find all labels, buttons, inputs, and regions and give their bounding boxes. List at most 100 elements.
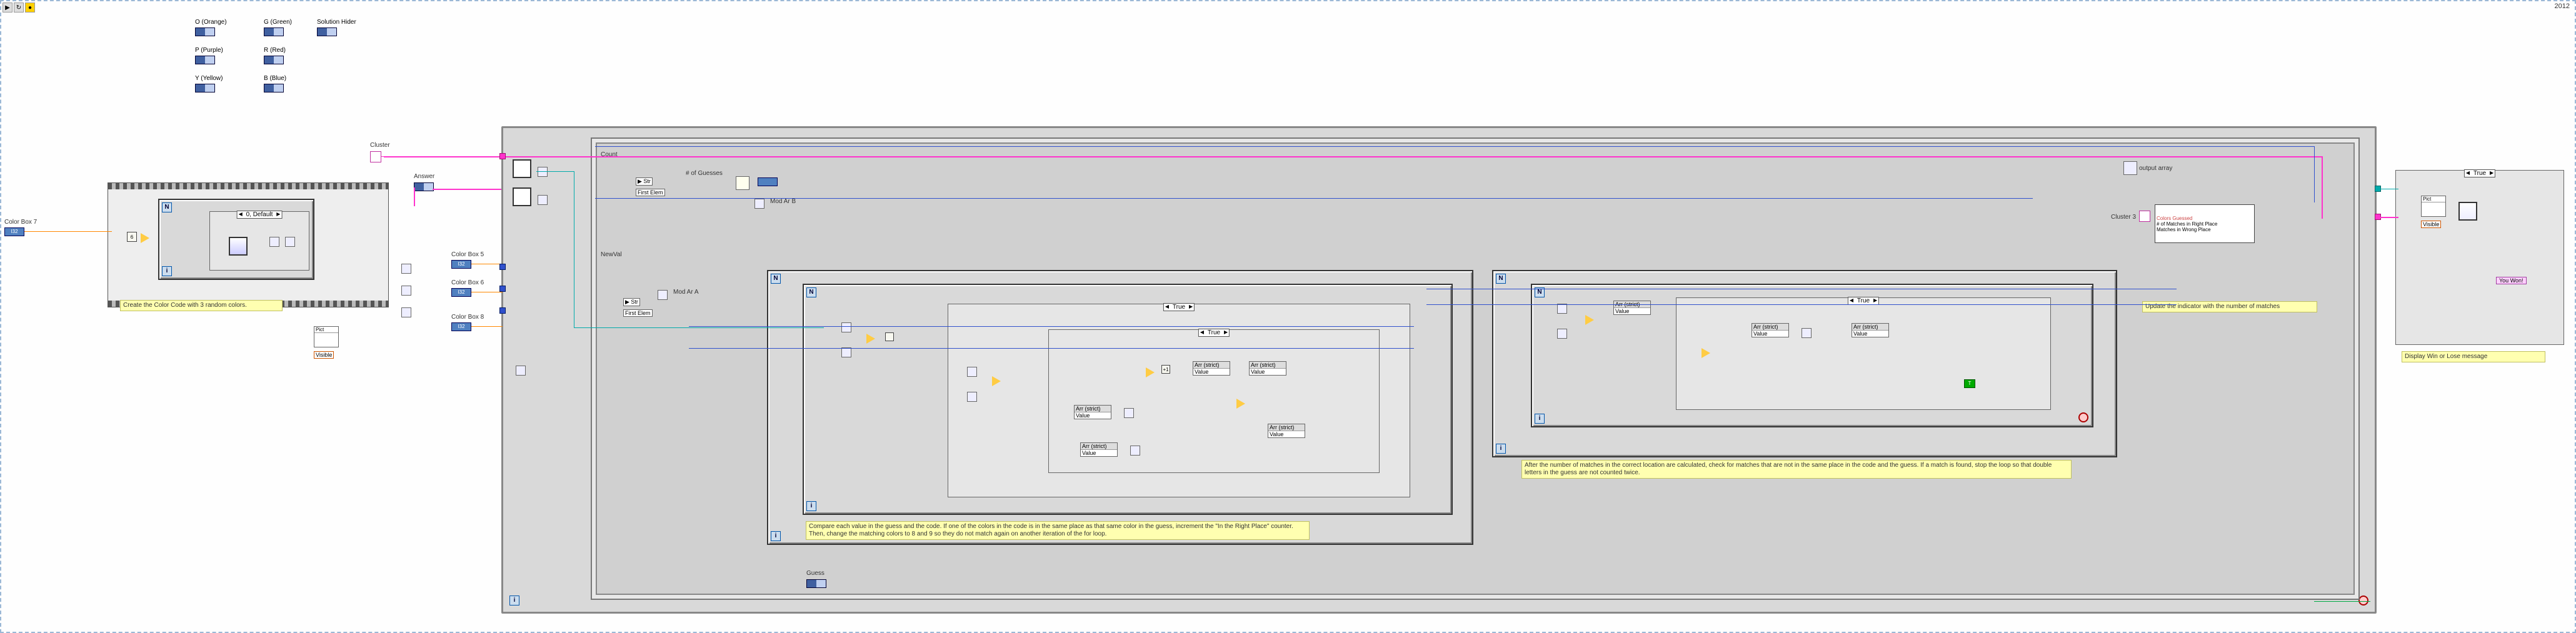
ref-icon-1[interactable]	[538, 167, 548, 177]
enum-const-2[interactable]	[516, 366, 526, 376]
enum-g-green[interactable]	[264, 27, 284, 36]
label-num-guesses: # of Guesses	[686, 170, 723, 177]
arr-prop-3[interactable]: Arr (strict) Value	[1249, 361, 1286, 376]
first-elem-2[interactable]: First Elem	[623, 309, 653, 317]
case-inner-replace: True Arr (strict) Value +1 Arr (strict)	[1048, 329, 1380, 473]
arr-prop-2-val: Value	[1193, 369, 1230, 375]
arr-prop-4-hdr: Arr (strict)	[1268, 424, 1305, 431]
bundle-icon-3[interactable]	[401, 307, 411, 317]
first-elem-local[interactable]: First Elem	[636, 189, 665, 196]
visible-prop-2[interactable]: Visible	[2421, 221, 2441, 228]
event-structure: Count NewVal # of Guesses ▶ Str First El…	[591, 137, 2360, 600]
index-array-a2[interactable]	[841, 347, 851, 357]
answer-terminal[interactable]	[414, 182, 434, 191]
pict-label-1: Pict	[314, 327, 338, 333]
index-array-c1[interactable]	[1557, 304, 1567, 314]
cluster3-terminal[interactable]	[2139, 211, 2150, 222]
arr-prop-6[interactable]: Arr (strict) Value	[1613, 301, 1651, 315]
run-button[interactable]: ▶	[3, 2, 13, 12]
mod-ar-a-array[interactable]	[658, 290, 668, 300]
pict-ref-1[interactable]: Pict	[314, 326, 339, 347]
unbundle-subvi-1[interactable]	[513, 159, 531, 178]
label-guess: Guess	[806, 570, 824, 577]
index-array-b2[interactable]	[967, 392, 977, 402]
case-selector-1[interactable]: 0, Default	[237, 211, 283, 219]
format-string-icon[interactable]	[736, 176, 749, 190]
colorbox6-terminal[interactable]: I32	[451, 288, 471, 297]
inner-while-stop[interactable]	[2078, 412, 2088, 422]
tunnel-cluster-in	[499, 153, 506, 159]
dialog-subvi[interactable]	[2458, 202, 2477, 221]
tunnel-blue-2	[499, 286, 506, 292]
you-won-string[interactable]: You Won!	[2496, 277, 2527, 284]
i-terminal-3b[interactable]: i	[1535, 414, 1545, 424]
arr-prop-5-hdr: Arr (strict)	[1081, 443, 1117, 450]
index-array-a1[interactable]	[841, 322, 851, 332]
random-color-subvi[interactable]	[229, 237, 248, 256]
n-terminal-1[interactable]: N	[162, 202, 172, 212]
equal-icon-2	[992, 376, 1001, 386]
arr-prop-2-hdr: Arr (strict)	[1193, 362, 1230, 369]
array-build-icon[interactable]	[269, 237, 279, 247]
highlight-button[interactable]: ●	[25, 2, 35, 12]
label-g-green: G (Green)	[264, 19, 292, 26]
n-terminal-3[interactable]: N	[1496, 274, 1506, 284]
arr-prop-4[interactable]: Arr (strict) Value	[1268, 424, 1305, 438]
i-terminal-2b[interactable]: i	[806, 501, 816, 511]
case-selector-4[interactable]: True	[2464, 169, 2495, 177]
enum-solution-hider[interactable]	[317, 27, 337, 36]
arr-prop-2[interactable]: Arr (strict) Value	[1193, 361, 1230, 376]
i-terminal-3[interactable]: i	[1496, 444, 1506, 454]
pict-ref-2[interactable]: Pict	[2421, 196, 2446, 217]
label-mod-ar-a: Mod Ar A	[673, 289, 699, 296]
bundle-item-right: # of Matches in Right Place	[2157, 221, 2217, 227]
ref-icon-2[interactable]	[538, 195, 548, 205]
num-guesses-local[interactable]: ▶ Str	[636, 177, 653, 186]
increment-icon-1	[1146, 367, 1155, 377]
case-selector-2b[interactable]: True	[1198, 329, 1230, 337]
n-terminal-2[interactable]: N	[771, 274, 781, 284]
i-terminal-1[interactable]: i	[162, 266, 172, 276]
colorbox5-terminal[interactable]: I32	[451, 260, 471, 269]
while-stop-terminal[interactable]	[2358, 596, 2368, 606]
index-array-b1[interactable]	[967, 367, 977, 377]
cluster-terminal[interactable]	[370, 151, 381, 162]
block-diagram-canvas[interactable]: ▶ ↻ ● 2012 O (Orange) G (Green) P (Purpl…	[0, 0, 2576, 633]
enum-r-red[interactable]	[264, 56, 284, 64]
enum-p-purple[interactable]	[195, 56, 215, 64]
bundle-by-name[interactable]: Colors Guessed # of Matches in Right Pla…	[2155, 204, 2255, 243]
arr-prop-5[interactable]: Arr (strict) Value	[1080, 442, 1118, 457]
bundle-icon-1[interactable]	[401, 264, 411, 274]
enum-b-blue[interactable]	[264, 84, 284, 92]
guess-terminal[interactable]	[806, 579, 826, 588]
visible-prop-1[interactable]: Visible	[314, 351, 334, 359]
colorbox7-terminal[interactable]: I32	[4, 227, 24, 236]
run-cont-button[interactable]: ↻	[14, 2, 24, 12]
arr-prop-7[interactable]: Arr (strict) Value	[1752, 323, 1789, 337]
enum-o-orange[interactable]	[195, 27, 215, 36]
while-i-terminal[interactable]: i	[509, 596, 519, 606]
enum-y-yellow[interactable]	[195, 84, 215, 92]
colorbox8-terminal[interactable]: I32	[451, 322, 471, 331]
num-const-1[interactable]: 6	[127, 232, 137, 242]
mod-ar-b-array[interactable]	[754, 199, 764, 209]
str-local-2[interactable]: ▶ Str	[623, 298, 640, 306]
unbundle-subvi-2[interactable]	[513, 187, 531, 206]
build-array-output[interactable]	[2123, 161, 2137, 175]
i-terminal-2[interactable]: i	[771, 531, 781, 541]
label-answer: Answer	[414, 173, 434, 180]
true-const-1[interactable]: T	[1964, 379, 1975, 388]
index-array-c2[interactable]	[1557, 329, 1567, 339]
bundle-icon-2[interactable]	[401, 286, 411, 296]
label-colorbox6: Color Box 6	[451, 279, 484, 286]
case-selector-2[interactable]: True	[1163, 303, 1195, 311]
compare-ge-icon	[141, 233, 149, 243]
guess-count-indicator[interactable]	[758, 177, 778, 186]
arr-prop-8[interactable]: Arr (strict) Value	[1852, 323, 1889, 337]
replace-array-2[interactable]	[1130, 446, 1140, 456]
n-terminal-2b[interactable]: N	[806, 287, 816, 297]
replace-array-3[interactable]	[1802, 328, 1812, 338]
index-icon[interactable]	[285, 237, 295, 247]
replace-array-1[interactable]	[1124, 408, 1134, 418]
arr-prop-1[interactable]: Arr (strict) Value	[1074, 405, 1111, 419]
